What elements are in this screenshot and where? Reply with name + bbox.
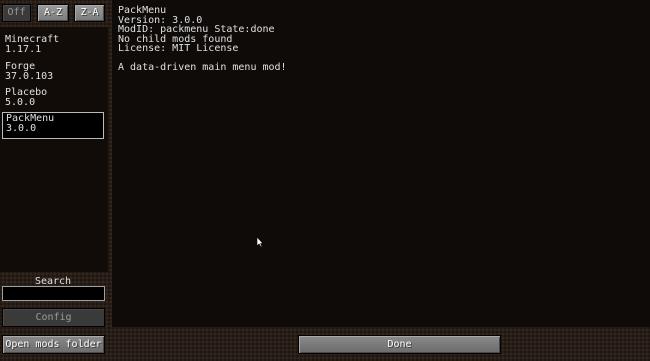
- config-button[interactable]: Config: [2, 308, 105, 327]
- mod-version: 3.0.0: [6, 123, 37, 134]
- mod-list-item-minecraft[interactable]: Minecraft 1.17.1: [2, 34, 104, 56]
- search-input[interactable]: [2, 286, 105, 301]
- mouse-cursor-icon: [257, 237, 264, 248]
- mod-version: 5.0.0: [5, 97, 36, 108]
- mod-description: A data-driven main menu mod!: [118, 62, 287, 73]
- done-button[interactable]: Done: [298, 335, 501, 354]
- sort-za-button[interactable]: Z-A: [74, 4, 105, 22]
- sort-off-button[interactable]: Off: [2, 4, 31, 22]
- mod-list-item-forge[interactable]: Forge 37.0.103: [2, 61, 104, 83]
- mod-list-item-placebo[interactable]: Placebo 5.0.0: [2, 87, 104, 109]
- mod-version: 1.17.1: [5, 44, 42, 55]
- license-line: License: MIT License: [118, 43, 239, 54]
- mod-version: 37.0.103: [5, 71, 54, 82]
- open-mods-folder-button[interactable]: Open mods folder: [2, 335, 105, 354]
- mod-info: PackMenu Version: 3.0.0 ModID: packmenu …: [118, 6, 287, 73]
- sort-az-button[interactable]: A-Z: [37, 4, 69, 22]
- mod-list-item-packmenu[interactable]: PackMenu 3.0.0: [2, 112, 104, 139]
